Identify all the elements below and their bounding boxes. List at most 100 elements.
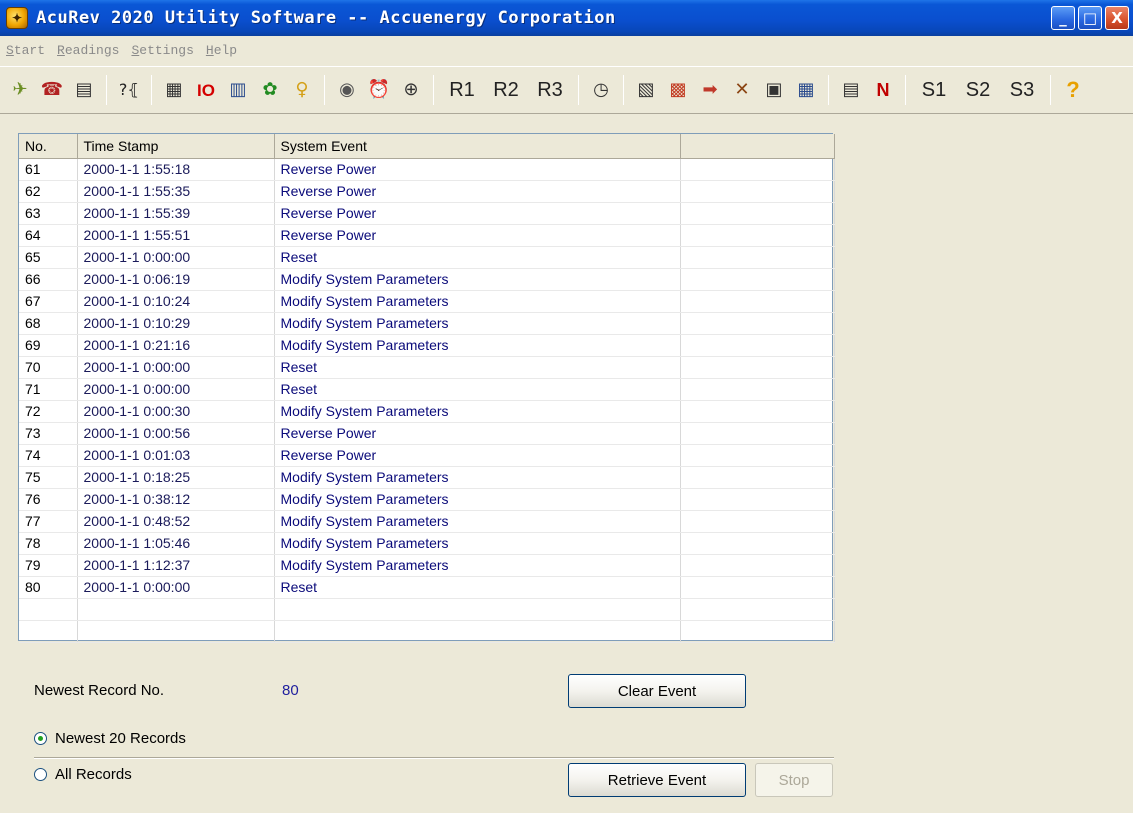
- document-icon[interactable]: ▧: [632, 74, 660, 106]
- alarm-clock-icon[interactable]: ⏰: [365, 74, 393, 106]
- minimize-button[interactable]: _: [1051, 6, 1075, 30]
- cell-no: 80: [19, 576, 78, 599]
- cell-extra: [680, 180, 835, 203]
- grid-icon[interactable]: ▥: [224, 74, 252, 106]
- close-button[interactable]: X: [1105, 6, 1129, 30]
- event-table-panel[interactable]: No. Time Stamp System Event 61 2000-1-1 1…: [18, 133, 835, 643]
- window-controls: _ □ X: [1051, 6, 1129, 30]
- target-icon[interactable]: ◉: [333, 74, 361, 106]
- maximize-button[interactable]: □: [1078, 6, 1102, 30]
- help-icon[interactable]: ?: [1059, 74, 1087, 106]
- r2-button[interactable]: R2: [486, 74, 526, 106]
- column-header-no[interactable]: No.: [19, 134, 78, 159]
- cell-extra: [680, 224, 835, 247]
- table-row[interactable]: 77 2000-1-1 0:48:52 Modify System Paramete…: [19, 510, 835, 533]
- separator-line: [34, 757, 834, 759]
- s3-button[interactable]: S3: [1002, 74, 1042, 106]
- column-header-blank[interactable]: [680, 134, 835, 159]
- cell-no: 63: [19, 202, 78, 225]
- table-row[interactable]: 76 2000-1-1 0:38:12 Modify System Paramete…: [19, 488, 835, 511]
- export-icon[interactable]: ➡: [696, 74, 724, 106]
- radio-newest-20-records[interactable]: Newest 20 Records: [34, 730, 186, 747]
- cell-extra: [680, 510, 835, 533]
- cell-system-event: Reverse Power: [274, 224, 681, 247]
- bulb-icon[interactable]: ♀: [288, 74, 316, 106]
- table-row[interactable]: 79 2000-1-1 1:12:37 Modify System Paramete…: [19, 554, 835, 577]
- table-row[interactable]: 73 2000-1-1 0:00:56 Reverse Power: [19, 422, 835, 445]
- retrieve-event-button[interactable]: Retrieve Event: [568, 763, 746, 797]
- n-button[interactable]: N: [869, 74, 897, 106]
- table-row[interactable]: 62 2000-1-1 1:55:35 Reverse Power: [19, 180, 835, 203]
- chart-icon[interactable]: ▩: [664, 74, 692, 106]
- cell-extra: [680, 290, 835, 313]
- table-row[interactable]: 69 2000-1-1 0:21:16 Modify System Paramete…: [19, 334, 835, 357]
- connect-icon[interactable]: ✈: [6, 74, 34, 106]
- radio-all-records[interactable]: All Records: [34, 766, 132, 783]
- table-row[interactable]: 74 2000-1-1 0:01:03 Reverse Power: [19, 444, 835, 467]
- display-icon[interactable]: ▦: [160, 74, 188, 106]
- toolbar-separator: [433, 75, 434, 105]
- menu-settings[interactable]: Settings: [129, 43, 203, 58]
- table-row[interactable]: 71 2000-1-1 0:00:00 Reset: [19, 378, 835, 401]
- table-row[interactable]: 78 2000-1-1 1:05:46 Modify System Paramete…: [19, 532, 835, 555]
- menu-readings[interactable]: Readings: [55, 43, 129, 58]
- table-row[interactable]: 75 2000-1-1 0:18:25 Modify System Paramete…: [19, 466, 835, 489]
- s1-button[interactable]: S1: [914, 74, 954, 106]
- radio-newest-label: Newest 20 Records: [55, 730, 186, 747]
- toolbar-separator: [623, 75, 624, 105]
- io-icon[interactable]: IO: [192, 74, 220, 106]
- cell-system-event: Reverse Power: [274, 422, 681, 445]
- table-row[interactable]: 67 2000-1-1 0:10:24 Modify System Paramete…: [19, 290, 835, 313]
- r3-button[interactable]: R3: [530, 74, 570, 106]
- cell-system-event: Reverse Power: [274, 180, 681, 203]
- clock-icon[interactable]: ◷: [587, 74, 615, 106]
- network-icon[interactable]: ✕: [728, 74, 756, 106]
- calendar-icon[interactable]: ▦: [792, 74, 820, 106]
- cell-extra: [680, 334, 835, 357]
- column-header-system-event[interactable]: System Event: [274, 134, 681, 159]
- table-row[interactable]: 66 2000-1-1 0:06:19 Modify System Paramete…: [19, 268, 835, 291]
- app-icon[interactable]: ✦: [6, 7, 28, 29]
- r1-button[interactable]: R1: [442, 74, 482, 106]
- s2-button[interactable]: S2: [958, 74, 998, 106]
- cell-extra: [680, 576, 835, 599]
- menu-start[interactable]: Start: [4, 43, 55, 58]
- clear-event-button[interactable]: Clear Event: [568, 674, 746, 708]
- cell-time-stamp: 2000-1-1 0:38:12: [77, 488, 275, 511]
- cell-extra: [680, 488, 835, 511]
- cell-empty: [680, 598, 835, 621]
- cell-time-stamp: 2000-1-1 0:00:00: [77, 356, 275, 379]
- cell-system-event: Modify System Parameters: [274, 290, 681, 313]
- radio-unchecked-icon: [34, 768, 47, 781]
- cell-empty: [19, 620, 78, 643]
- table-row[interactable]: 68 2000-1-1 0:10:29 Modify System Paramete…: [19, 312, 835, 335]
- toolbar-separator: [324, 75, 325, 105]
- menu-help[interactable]: Help: [204, 43, 247, 58]
- cell-no: 75: [19, 466, 78, 489]
- cell-extra: [680, 246, 835, 269]
- log-icon[interactable]: ▣: [760, 74, 788, 106]
- cell-system-event: Modify System Parameters: [274, 400, 681, 423]
- table-row[interactable]: 65 2000-1-1 0:00:00 Reset: [19, 246, 835, 269]
- cell-no: 71: [19, 378, 78, 401]
- phone-icon[interactable]: ☎: [38, 74, 66, 106]
- table-row[interactable]: 61 2000-1-1 1:55:18 Reverse Power: [19, 158, 835, 181]
- cell-extra: [680, 158, 835, 181]
- column-header-time-stamp[interactable]: Time Stamp: [77, 134, 275, 159]
- cell-system-event: Modify System Parameters: [274, 334, 681, 357]
- bug-icon[interactable]: ✿: [256, 74, 284, 106]
- table-row[interactable]: 80 2000-1-1 0:00:00 Reset: [19, 576, 835, 599]
- event-rows: 61 2000-1-1 1:55:18 Reverse Power 62 2000-1-…: [19, 158, 835, 643]
- meter-icon[interactable]: ▤: [70, 74, 98, 106]
- cell-no: 72: [19, 400, 78, 423]
- query-icon[interactable]: ?⦃: [115, 74, 143, 106]
- cell-time-stamp: 2000-1-1 0:18:25: [77, 466, 275, 489]
- table-row[interactable]: 70 2000-1-1 0:00:00 Reset: [19, 356, 835, 379]
- table-row[interactable]: 63 2000-1-1 1:55:39 Reverse Power: [19, 202, 835, 225]
- menu-bar: Start Readings Settings Help: [0, 36, 1133, 64]
- lock-icon[interactable]: ⊕: [397, 74, 425, 106]
- table-row[interactable]: 64 2000-1-1 1:55:51 Reverse Power: [19, 224, 835, 247]
- cell-no: 67: [19, 290, 78, 313]
- table-row[interactable]: 72 2000-1-1 0:00:30 Modify System Paramete…: [19, 400, 835, 423]
- en-icon[interactable]: ▤: [837, 74, 865, 106]
